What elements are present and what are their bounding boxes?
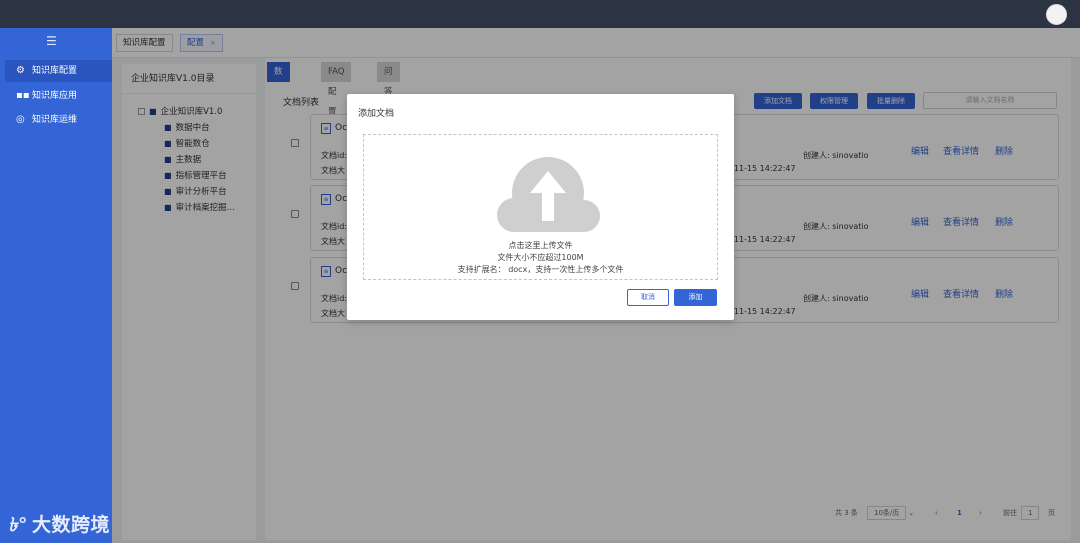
- top-bar: [0, 0, 1080, 28]
- document-size: 文档大: [321, 166, 345, 175]
- expand-toggle-icon[interactable]: [138, 108, 145, 115]
- upload-hint: 点击这里上传文件: [508, 241, 573, 250]
- sidebar-item-kb-config[interactable]: ⚙ 知识库配置: [5, 60, 112, 82]
- document-id: 文档id:: [321, 294, 347, 303]
- current-page[interactable]: 1: [957, 506, 962, 520]
- cloud-upload-icon: [497, 157, 600, 232]
- view-details-link[interactable]: 查看详情: [943, 215, 979, 228]
- tree-node-root[interactable]: ■ 企业知识库V1.0: [138, 104, 235, 120]
- folder-icon: ■: [164, 155, 172, 164]
- row-checkbox[interactable]: [291, 210, 299, 218]
- edit-link[interactable]: 编辑: [911, 215, 929, 228]
- document-date: -11-15 14:22:47: [731, 164, 796, 173]
- delete-link[interactable]: 删除: [995, 144, 1013, 157]
- delete-link[interactable]: 删除: [995, 287, 1013, 300]
- sidebar-item-kb-ops[interactable]: ◎ 知识库运维: [0, 109, 112, 131]
- close-icon[interactable]: ×: [210, 39, 216, 47]
- tree-header: 企业知识库V1.0目录: [122, 64, 256, 94]
- edit-link[interactable]: 编辑: [911, 144, 929, 157]
- search-input[interactable]: 请输入文档名称: [923, 92, 1057, 109]
- tree-node[interactable]: ■ 智能数仓: [138, 136, 235, 152]
- sidebar-item-label: 知识库运维: [32, 115, 78, 125]
- sidebar-item-label: 知识库配置: [32, 66, 78, 76]
- upload-dropzone[interactable]: 点击这里上传文件 文件大小不应超过100M 支持扩展名： docx，支持一次性上…: [363, 134, 718, 280]
- document-icon: ≡: [321, 266, 331, 277]
- tab-qa-test[interactable]: 问答测试: [377, 62, 400, 137]
- prev-page-button[interactable]: ‹: [935, 506, 938, 520]
- row-checkbox[interactable]: [291, 139, 299, 147]
- brand-mark-icon: ৳°: [8, 514, 28, 536]
- document-size: 文档大: [321, 309, 345, 318]
- next-page-button[interactable]: ›: [979, 506, 982, 520]
- maintenance-icon: ◎: [16, 114, 25, 125]
- extension-hint: 支持扩展名： docx，支持一次性上传多个文件: [457, 265, 624, 274]
- add-button[interactable]: 添加: [674, 289, 717, 306]
- page-suffix: 页: [1048, 509, 1055, 517]
- row-checkbox[interactable]: [291, 282, 299, 290]
- document-icon: ≡: [321, 194, 331, 205]
- tree-node[interactable]: ■ 数据中台: [138, 120, 235, 136]
- folder-icon: ■: [164, 187, 172, 196]
- document-id: 文档id:: [321, 222, 347, 231]
- tab-data-config[interactable]: 数据配置: [267, 62, 290, 137]
- sidebar: ☰ ⚙ 知识库配置 ▪▪ 知识库应用 ◎ 知识库运维 ৳° 大数跨境: [0, 28, 112, 543]
- file-size-hint: 文件大小不应超过100M: [497, 253, 584, 262]
- pagination-total: 共 3 条: [835, 509, 858, 517]
- folder-icon: ■: [164, 139, 172, 148]
- document-name[interactable]: ≡ Oc: [321, 194, 347, 205]
- dialog-title: 添加文档: [358, 109, 395, 119]
- list-title: 文档列表: [283, 98, 320, 108]
- document-creator: 创建人: sinovatio: [803, 151, 869, 160]
- tab-config[interactable]: 配置 ×: [180, 34, 223, 52]
- goto-label: 前往: [1003, 509, 1017, 517]
- document-size: 文档大: [321, 237, 345, 246]
- menu-collapse-icon[interactable]: ☰: [46, 34, 57, 48]
- document-name[interactable]: ≡ Oc: [321, 266, 347, 277]
- cancel-button[interactable]: 取消: [627, 289, 669, 306]
- tree-node[interactable]: ■ 主数据: [138, 152, 235, 168]
- page-size-select[interactable]: 10条/页 ⌄: [867, 506, 914, 520]
- document-creator: 创建人: sinovatio: [803, 294, 869, 303]
- add-document-button[interactable]: 添加文档: [754, 93, 802, 109]
- document-date: -11-15 14:22:47: [731, 307, 796, 316]
- sidebar-item-label: 知识库应用: [32, 91, 78, 101]
- document-id: 文档id:: [321, 151, 347, 160]
- folder-icon: ■: [164, 171, 172, 180]
- goto-page-input[interactable]: 1: [1021, 506, 1040, 520]
- document-creator: 创建人: sinovatio: [803, 222, 869, 231]
- sidebar-item-kb-app[interactable]: ▪▪ 知识库应用: [0, 85, 112, 107]
- tab-bar: 知识库配置 配置 ×: [112, 28, 1080, 58]
- tab-kb-config[interactable]: 知识库配置: [116, 34, 173, 52]
- edit-link[interactable]: 编辑: [911, 287, 929, 300]
- brand-logo: ৳° 大数跨境: [8, 514, 110, 536]
- directory-tree: ■ 企业知识库V1.0 ■ 数据中台 ■ 智能数仓 ■ 主数据 ■ 指标管理平台 ■ 审计分…: [138, 104, 235, 216]
- batch-delete-button[interactable]: 批量删除: [867, 93, 915, 109]
- view-details-link[interactable]: 查看详情: [943, 287, 979, 300]
- document-icon: ≡: [321, 123, 331, 134]
- tree-node[interactable]: ■ 审计分析平台: [138, 184, 235, 200]
- document-name[interactable]: ≡ Oc: [321, 123, 347, 134]
- tab-faq-config[interactable]: FAQ配置: [321, 62, 352, 117]
- folder-icon: ■: [164, 203, 172, 212]
- chevron-down-icon: ⌄: [908, 509, 915, 517]
- delete-link[interactable]: 删除: [995, 215, 1013, 228]
- gear-icon: ⚙: [16, 65, 25, 76]
- tree-node[interactable]: ■ 审计档案挖掘...: [138, 200, 235, 216]
- apps-icon: ▪▪: [16, 90, 30, 101]
- view-details-link[interactable]: 查看详情: [943, 144, 979, 157]
- folder-icon: ■: [164, 123, 172, 132]
- add-document-dialog: 添加文档 点击这里上传文件 文件大小不应超过100M 支持扩展名： docx，支…: [347, 94, 734, 320]
- permission-button[interactable]: 权限管理: [810, 93, 858, 109]
- folder-icon: ■: [149, 107, 157, 116]
- tree-node[interactable]: ■ 指标管理平台: [138, 168, 235, 184]
- user-avatar[interactable]: [1046, 4, 1067, 25]
- tree-panel: 企业知识库V1.0目录 ■ 企业知识库V1.0 ■ 数据中台 ■ 智能数仓 ■ 主数据 …: [122, 64, 256, 540]
- document-date: -11-15 14:22:47: [731, 235, 796, 244]
